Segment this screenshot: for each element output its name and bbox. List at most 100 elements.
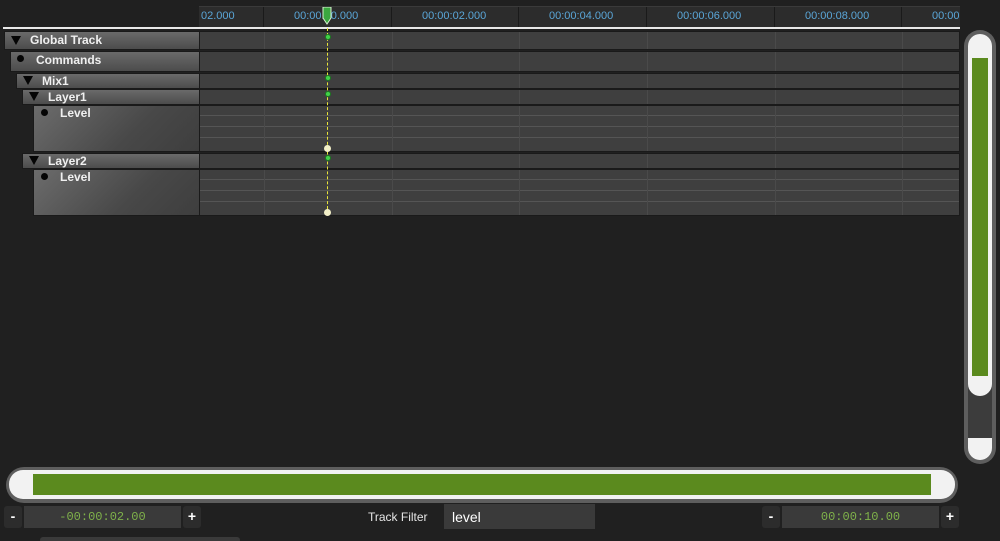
track-header-global[interactable]: Global Track xyxy=(4,31,200,50)
track-label: Mix1 xyxy=(42,74,69,88)
track-label: Level xyxy=(60,170,91,184)
grid-line xyxy=(647,52,648,71)
track-lane-global[interactable] xyxy=(199,31,960,50)
grid-line xyxy=(902,52,903,71)
grid-line xyxy=(200,190,959,191)
grid-line xyxy=(264,154,265,168)
track-label: Global Track xyxy=(30,33,103,47)
horizontal-scroll-thumb-fill[interactable] xyxy=(33,474,931,495)
track-label: Layer1 xyxy=(48,90,87,104)
keyframe-point[interactable] xyxy=(324,145,331,152)
grid-line xyxy=(775,52,776,71)
start-time-field[interactable]: -00:00:02.00 xyxy=(24,506,181,528)
ruler-label: 00:00:04.000 xyxy=(549,10,614,22)
bullet-icon xyxy=(41,173,48,180)
grid-line xyxy=(519,106,520,151)
grid-line xyxy=(775,170,776,215)
grid-line xyxy=(392,90,393,104)
grid-line xyxy=(647,154,648,168)
track-header-mix1[interactable]: Mix1 xyxy=(16,73,200,89)
time-ruler[interactable]: 02.000 00:00:00.000 00:00:02.000 00:00:0… xyxy=(199,6,960,27)
track-lane-layer1[interactable] xyxy=(199,89,960,105)
keyframe-dot[interactable] xyxy=(325,91,331,97)
grid-line xyxy=(264,106,265,151)
grid-line xyxy=(775,32,776,49)
track-label: Commands xyxy=(36,53,102,67)
track-lane-layer1-level[interactable] xyxy=(199,105,960,152)
grid-line xyxy=(519,170,520,215)
lower-panel-edge xyxy=(40,537,240,541)
end-time-decrement-button[interactable]: - xyxy=(762,506,780,528)
grid-line xyxy=(264,52,265,71)
grid-line xyxy=(519,52,520,71)
triangle-down-icon[interactable] xyxy=(11,36,21,45)
track-header-commands[interactable]: Commands xyxy=(10,51,200,72)
grid-line xyxy=(647,32,648,49)
track-lane-commands[interactable] xyxy=(199,51,960,72)
start-time-increment-button[interactable]: + xyxy=(183,506,201,528)
grid-line xyxy=(264,74,265,88)
vertical-scroll-thumb-fill[interactable] xyxy=(972,58,988,376)
track-filter-label: Track Filter xyxy=(368,510,428,524)
grid-line xyxy=(775,90,776,104)
ruler-label: 02.000 xyxy=(201,10,235,22)
track-lane-layer2-level[interactable] xyxy=(199,169,960,216)
grid-line xyxy=(264,170,265,215)
track-lane-mix1[interactable] xyxy=(199,73,960,89)
ruler-tick xyxy=(391,7,392,27)
grid-line xyxy=(392,106,393,151)
grid-line xyxy=(200,179,959,180)
keyframe-dot[interactable] xyxy=(325,75,331,81)
end-time-field[interactable]: 00:00:10.00 xyxy=(782,506,939,528)
grid-line xyxy=(902,32,903,49)
keyframe-dot[interactable] xyxy=(325,155,331,161)
grid-line xyxy=(775,74,776,88)
keyframe-point[interactable] xyxy=(324,209,331,216)
grid-line xyxy=(902,154,903,168)
end-time-increment-button[interactable]: + xyxy=(941,506,959,528)
grid-line xyxy=(647,106,648,151)
track-lane-layer2[interactable] xyxy=(199,153,960,169)
grid-line xyxy=(902,74,903,88)
grid-line xyxy=(264,32,265,49)
grid-line xyxy=(519,32,520,49)
triangle-down-icon[interactable] xyxy=(29,156,39,165)
ruler-label: 00:00:06.000 xyxy=(677,10,742,22)
ruler-label: 00:00:02.000 xyxy=(422,10,487,22)
track-filter-input[interactable] xyxy=(444,504,595,529)
ruler-tick xyxy=(646,7,647,27)
grid-line xyxy=(392,74,393,88)
grid-line xyxy=(392,32,393,49)
ruler-tick xyxy=(263,7,264,27)
grid-line xyxy=(775,106,776,151)
track-header-layer1-level[interactable]: Level xyxy=(33,105,200,152)
grid-line xyxy=(647,170,648,215)
grid-line xyxy=(392,52,393,71)
track-label: Layer2 xyxy=(48,154,87,168)
track-label: Level xyxy=(60,106,91,120)
track-header-layer1[interactable]: Layer1 xyxy=(22,89,200,105)
track-header-layer2-level[interactable]: Level xyxy=(33,169,200,216)
grid-line xyxy=(647,74,648,88)
keyframe-dot[interactable] xyxy=(325,34,331,40)
grid-line xyxy=(519,90,520,104)
grid-line xyxy=(519,154,520,168)
grid-line xyxy=(200,115,959,116)
start-time-decrement-button[interactable]: - xyxy=(4,506,22,528)
playhead-line[interactable] xyxy=(327,28,329,214)
grid-line xyxy=(519,74,520,88)
grid-line xyxy=(902,90,903,104)
triangle-down-icon[interactable] xyxy=(23,76,33,85)
ruler-tick xyxy=(518,7,519,27)
ruler-tick xyxy=(901,7,902,27)
grid-line xyxy=(775,154,776,168)
ruler-tick xyxy=(774,7,775,27)
grid-line xyxy=(264,90,265,104)
triangle-down-icon[interactable] xyxy=(29,92,39,101)
track-header-layer2[interactable]: Layer2 xyxy=(22,153,200,169)
ruler-label: 00:00 xyxy=(932,10,960,22)
playhead-marker-icon[interactable] xyxy=(322,7,332,25)
grid-line xyxy=(200,137,959,138)
ruler-divider xyxy=(3,27,960,29)
bullet-icon xyxy=(17,55,24,62)
